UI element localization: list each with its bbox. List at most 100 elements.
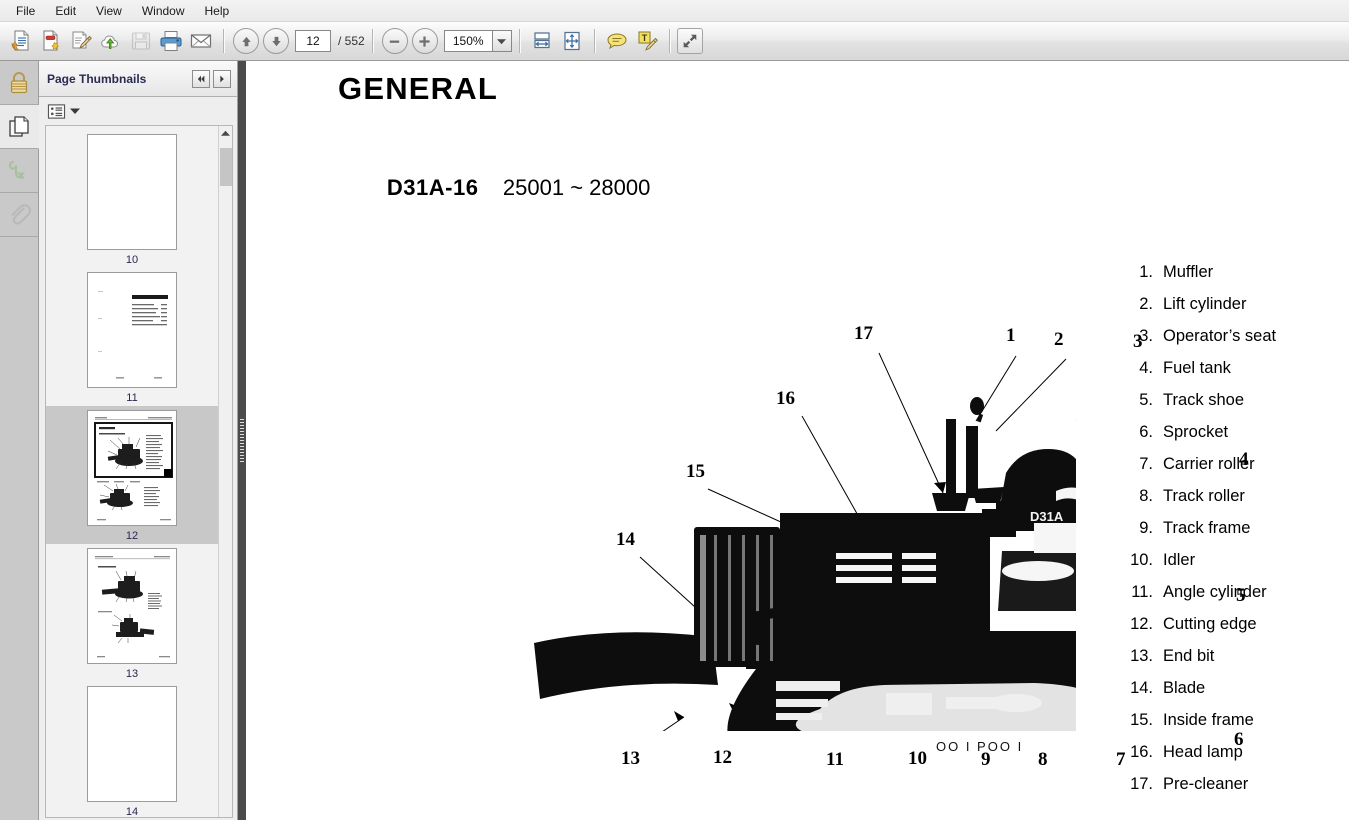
callout-1: 1 — [1006, 325, 1016, 346]
thumbnail-scrollbar[interactable] — [218, 126, 232, 817]
page-title: GENERAL — [338, 71, 498, 106]
page-thumbnails-panel: Page Thumbnails 10 11 12 13 14 — [39, 61, 238, 820]
callout-2: 2 — [1054, 329, 1064, 350]
part-label: Track frame — [1163, 519, 1251, 537]
sidebar-item-signatures[interactable] — [0, 149, 38, 193]
add-comment-icon[interactable] — [602, 26, 632, 56]
part-number: 8. — [1139, 487, 1153, 505]
part-label: Blade — [1163, 679, 1206, 697]
zoom-control — [443, 30, 512, 52]
rail-spacer — [0, 237, 38, 820]
chevron-down-icon[interactable] — [491, 30, 512, 52]
machine-illustration: D31A 17 1 2 3 16 4 15 14 5 6 13 12 11 10… — [416, 251, 1249, 770]
open-document-icon[interactable] — [6, 26, 36, 56]
callout-17: 17 — [854, 323, 873, 344]
thumbnail-page-preview — [87, 134, 177, 250]
upload-cloud-icon[interactable] — [96, 26, 126, 56]
thumbnail-page-preview — [87, 686, 177, 802]
parts-list-item: 17. Pre-cleaner — [1119, 768, 1349, 800]
parts-list-item: 5. Track shoe — [1119, 384, 1349, 416]
parts-list-item: 14. Blade — [1119, 672, 1349, 704]
part-number: 11. — [1131, 583, 1153, 601]
toolbar-separator-1 — [223, 29, 224, 53]
thumbnail-options-button[interactable] — [47, 103, 80, 120]
thumbnail-item[interactable]: 14 — [46, 682, 218, 817]
zoom-out-button[interactable] — [381, 28, 408, 54]
toolbar-separator-5 — [668, 29, 670, 53]
sidebar-item-attachments[interactable] — [0, 193, 38, 237]
thumbnail-list[interactable]: 10 11 12 13 14 — [46, 126, 218, 817]
edit-pdf-icon[interactable] — [66, 26, 96, 56]
sidebar-item-page-thumbnails[interactable] — [0, 105, 39, 149]
part-number: 4. — [1139, 359, 1153, 377]
pdf-page: GENERAL D31A-16 25001 ~ 28000 D31A 17 1 … — [246, 61, 1349, 820]
part-label: Sprocket — [1163, 423, 1229, 441]
part-number: 12. — [1130, 615, 1153, 633]
print-icon[interactable] — [156, 26, 186, 56]
panel-splitter[interactable] — [238, 61, 246, 820]
collapse-panel-button[interactable] — [192, 69, 210, 88]
thumbnail-item[interactable]: 13 — [46, 544, 218, 682]
email-icon[interactable] — [186, 26, 216, 56]
expand-panel-button[interactable] — [213, 69, 231, 88]
highlight-text-icon[interactable]: T — [632, 26, 662, 56]
panel-header: Page Thumbnails — [39, 61, 237, 97]
page-number-input[interactable] — [295, 30, 331, 52]
menu-bar: File Edit View Window Help — [0, 0, 1349, 22]
thumbnail-label: 10 — [125, 254, 139, 266]
scrollbar-thumb[interactable] — [220, 148, 232, 186]
part-label: Fuel tank — [1163, 359, 1231, 377]
callout-12: 12 — [713, 747, 732, 768]
sidebar-icon-rail — [0, 61, 39, 820]
model-and-serial: D31A-16 25001 ~ 28000 — [338, 149, 650, 227]
thumbnail-label: 11 — [126, 392, 138, 404]
menu-file[interactable]: File — [6, 2, 45, 20]
callout-13: 13 — [621, 748, 640, 769]
create-pdf-icon[interactable] — [36, 26, 66, 56]
part-number: 10. — [1130, 551, 1153, 569]
parts-list-item: 7. Carrier roller — [1119, 448, 1349, 480]
part-number: 6. — [1139, 423, 1153, 441]
menu-window[interactable]: Window — [132, 2, 195, 20]
part-number: 2. — [1139, 295, 1153, 313]
model-number: D31A-16 — [386, 175, 479, 200]
part-label: Idler — [1163, 551, 1196, 569]
parts-list-item: 9. Track frame — [1119, 512, 1349, 544]
zoom-in-button[interactable] — [411, 28, 438, 54]
toolbar-separator-4 — [593, 29, 595, 53]
toolbar-separator-2 — [371, 29, 373, 53]
previous-page-button[interactable] — [233, 28, 259, 54]
menu-edit[interactable]: Edit — [45, 2, 86, 20]
parts-list-item: 1. Muffler — [1119, 256, 1349, 288]
part-label: Track shoe — [1163, 391, 1245, 409]
parts-list-item: 10. Idler — [1119, 544, 1349, 576]
splitter-grip[interactable] — [240, 418, 244, 463]
document-view[interactable]: GENERAL D31A-16 25001 ~ 28000 D31A 17 1 … — [246, 61, 1349, 820]
full-screen-icon[interactable] — [676, 28, 703, 54]
menu-view[interactable]: View — [86, 2, 132, 20]
fit-page-icon[interactable] — [557, 26, 587, 56]
drawing-id-label: OO I POO I — [936, 739, 1024, 754]
thumbnail-item[interactable]: 11 — [46, 268, 218, 406]
serial-range: 25001 ~ 28000 — [502, 175, 651, 200]
part-number: 15. — [1130, 711, 1153, 729]
thumbnail-item-selected[interactable]: 12 — [46, 406, 218, 544]
scroll-up-arrow-icon[interactable] — [219, 126, 232, 140]
part-label: Operator’s seat — [1163, 327, 1277, 345]
part-number: 1. — [1139, 263, 1153, 281]
part-label: End bit — [1163, 647, 1215, 665]
callout-15: 15 — [686, 461, 705, 482]
svg-text:T: T — [641, 33, 647, 43]
zoom-level-input[interactable] — [443, 30, 492, 52]
part-number: 13. — [1130, 647, 1153, 665]
menu-help[interactable]: Help — [195, 2, 240, 20]
parts-list-item: 12. Cutting edge — [1119, 608, 1349, 640]
callout-8: 8 — [1038, 749, 1048, 770]
sidebar-item-security[interactable] — [0, 61, 38, 105]
next-page-button[interactable] — [263, 28, 289, 54]
fit-width-icon[interactable] — [527, 26, 557, 56]
parts-list-item: 2. Lift cylinder — [1119, 288, 1349, 320]
save-icon[interactable] — [126, 26, 156, 56]
thumbnail-item[interactable]: 10 — [46, 130, 218, 268]
part-label: Lift cylinder — [1163, 295, 1247, 313]
